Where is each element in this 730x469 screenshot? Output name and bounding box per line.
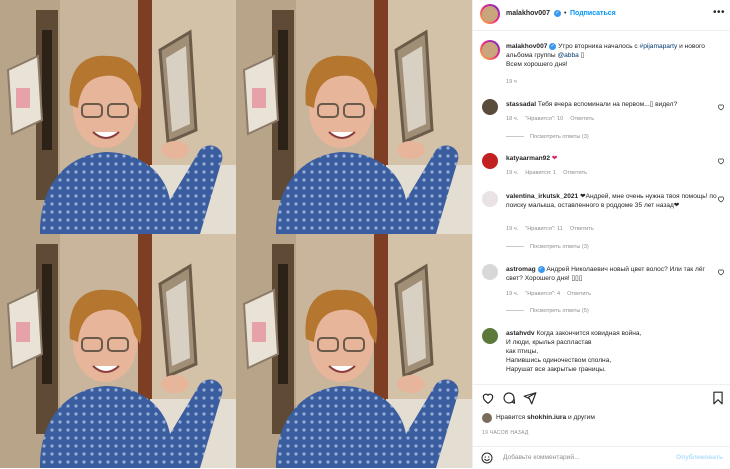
post-side-panel: malakhov007 ✓ • Подписаться ••• malakhov…: [472, 0, 730, 468]
caption-hashtag[interactable]: #pijamaparty: [640, 43, 678, 50]
emoji-icon[interactable]: [481, 452, 493, 464]
reply-button[interactable]: Ответить: [567, 291, 591, 297]
verified-badge-icon: ✓: [537, 265, 545, 273]
caption-time: 19 ч: [506, 79, 517, 85]
comment-line: Когда закончится ковидная война,: [536, 330, 642, 337]
comment-text: valentina_irkutsk_2021 ❤Андрей, мне очен…: [506, 192, 721, 210]
liker-avatar[interactable]: [482, 413, 492, 423]
comment-line: И люди, крылья распластав: [506, 339, 592, 346]
verified-badge-icon: ✓: [554, 10, 561, 17]
follow-button[interactable]: Подписаться: [570, 10, 616, 17]
instagram-post-window: malakhov007 ✓ • Подписаться ••• malakhov…: [0, 0, 730, 468]
likes-suffix: и другим: [566, 414, 595, 421]
heart-icon[interactable]: [717, 195, 725, 203]
bookmark-icon[interactable]: [711, 391, 725, 405]
post-header: malakhov007 ✓ • Подписаться •••: [473, 0, 730, 31]
comment-text: astahvdv Когда закончится ковидная война…: [506, 329, 721, 374]
comment-body: Тебя вчера вспоминали на первом...▯ виде…: [537, 101, 678, 108]
heart-icon[interactable]: [717, 268, 725, 276]
reply-button[interactable]: Ответить: [570, 226, 594, 232]
comment-meta: 18 ч. "Нравится": 10 Ответить: [506, 116, 601, 122]
comment-likes[interactable]: Нравится: 1: [525, 170, 556, 176]
reply-button[interactable]: Ответить: [563, 170, 587, 176]
comment-time: 19 ч.: [506, 291, 519, 297]
comment-line: Напившись одиночеством сполна,: [506, 357, 612, 364]
photo-tile-bottom-left: [0, 234, 236, 468]
comment-avatar[interactable]: [482, 191, 498, 207]
caption-avatar[interactable]: [482, 42, 498, 58]
view-replies-button[interactable]: Посмотреть ответы (5): [506, 308, 589, 314]
caption-mention[interactable]: @abba: [557, 52, 578, 59]
photo-tile-top-right: [236, 0, 472, 234]
comment-meta: 19 ч. "Нравится": 11 Ответить: [506, 226, 601, 232]
publish-button[interactable]: Опубликовать: [676, 454, 723, 461]
comment-likes[interactable]: "Нравится": 4: [525, 291, 560, 297]
comment-meta: 19 ч. Нравится: 1 Ответить: [506, 170, 594, 176]
comment-username[interactable]: stassadal: [506, 101, 536, 108]
author-username[interactable]: malakhov007: [506, 10, 550, 17]
caption-text-end: Всем хорошего дня!: [506, 61, 568, 68]
comment-avatar[interactable]: [482, 153, 498, 169]
comment-line: как птицы,: [506, 348, 539, 355]
comment-time: 19 ч.: [506, 226, 519, 232]
post-photo[interactable]: [0, 0, 472, 468]
comment-icon[interactable]: [502, 391, 516, 405]
comment-line: Нарушат все закрытые границы.: [506, 366, 606, 373]
view-replies-button[interactable]: Посмотреть ответы (3): [506, 244, 589, 250]
caption-text-start: Утро вторника началось с: [558, 43, 640, 50]
comment-username[interactable]: astromag: [506, 266, 536, 273]
separator-dot: •: [564, 10, 567, 17]
comment-body: Андрей Николаевич новый цвет волос? Или …: [506, 266, 705, 282]
comment-text: astromag ✓ Андрей Николаевич новый цвет …: [506, 265, 721, 283]
caption-verified-icon: ✓: [549, 42, 557, 50]
comment-avatar[interactable]: [482, 328, 498, 344]
comment-text: stassadal Тебя вчера вспоминали на перво…: [506, 100, 721, 109]
comment-likes[interactable]: "Нравится": 10: [525, 116, 563, 122]
comment-avatar[interactable]: [482, 99, 498, 115]
view-replies-button[interactable]: Посмотреть ответы (3): [506, 134, 589, 140]
heart-icon[interactable]: [717, 157, 725, 165]
add-comment-input[interactable]: Добавьте комментарий...: [503, 454, 580, 461]
photo-tile-top-left: [0, 0, 236, 234]
post-timestamp: 19 ЧАСОВ НАЗАД: [482, 430, 529, 436]
share-icon[interactable]: [523, 391, 537, 405]
comment-username[interactable]: valentina_irkutsk_2021: [506, 193, 578, 200]
comment-username[interactable]: astahvdv: [506, 330, 535, 337]
add-comment-bar: Добавьте комментарий... Опубликовать: [473, 446, 730, 469]
comment-body: ❤: [551, 155, 558, 162]
author-avatar[interactable]: [482, 6, 498, 22]
action-bar: [473, 384, 730, 409]
more-horizontal-icon[interactable]: •••: [713, 7, 725, 18]
heart-icon[interactable]: [717, 103, 725, 111]
photo-tile-bottom-right: [236, 234, 472, 468]
comments-list: malakhov007 ✓ Утро вторника началось с #…: [473, 31, 730, 383]
post-caption: malakhov007 ✓ Утро вторника началось с #…: [506, 42, 721, 69]
comment-avatar[interactable]: [482, 264, 498, 280]
comment-time: 18 ч.: [506, 116, 519, 122]
caption-glyph: ▯: [578, 52, 585, 59]
comment-username[interactable]: katyaarman92: [506, 155, 550, 162]
liker-username[interactable]: shokhin.iura: [527, 414, 566, 421]
comment-time: 19 ч.: [506, 170, 519, 176]
comment-meta: 19 ч. "Нравится": 4 Ответить: [506, 291, 598, 297]
comment-text: katyaarman92 ❤: [506, 154, 721, 163]
heart-icon[interactable]: [481, 391, 495, 405]
comment-likes[interactable]: "Нравится": 11: [525, 226, 563, 232]
likes-prefix: Нравится: [496, 414, 527, 421]
likes-summary[interactable]: Нравится shokhin.iura и другим: [496, 414, 595, 421]
caption-username[interactable]: malakhov007: [506, 43, 547, 50]
reply-button[interactable]: Ответить: [570, 116, 594, 122]
